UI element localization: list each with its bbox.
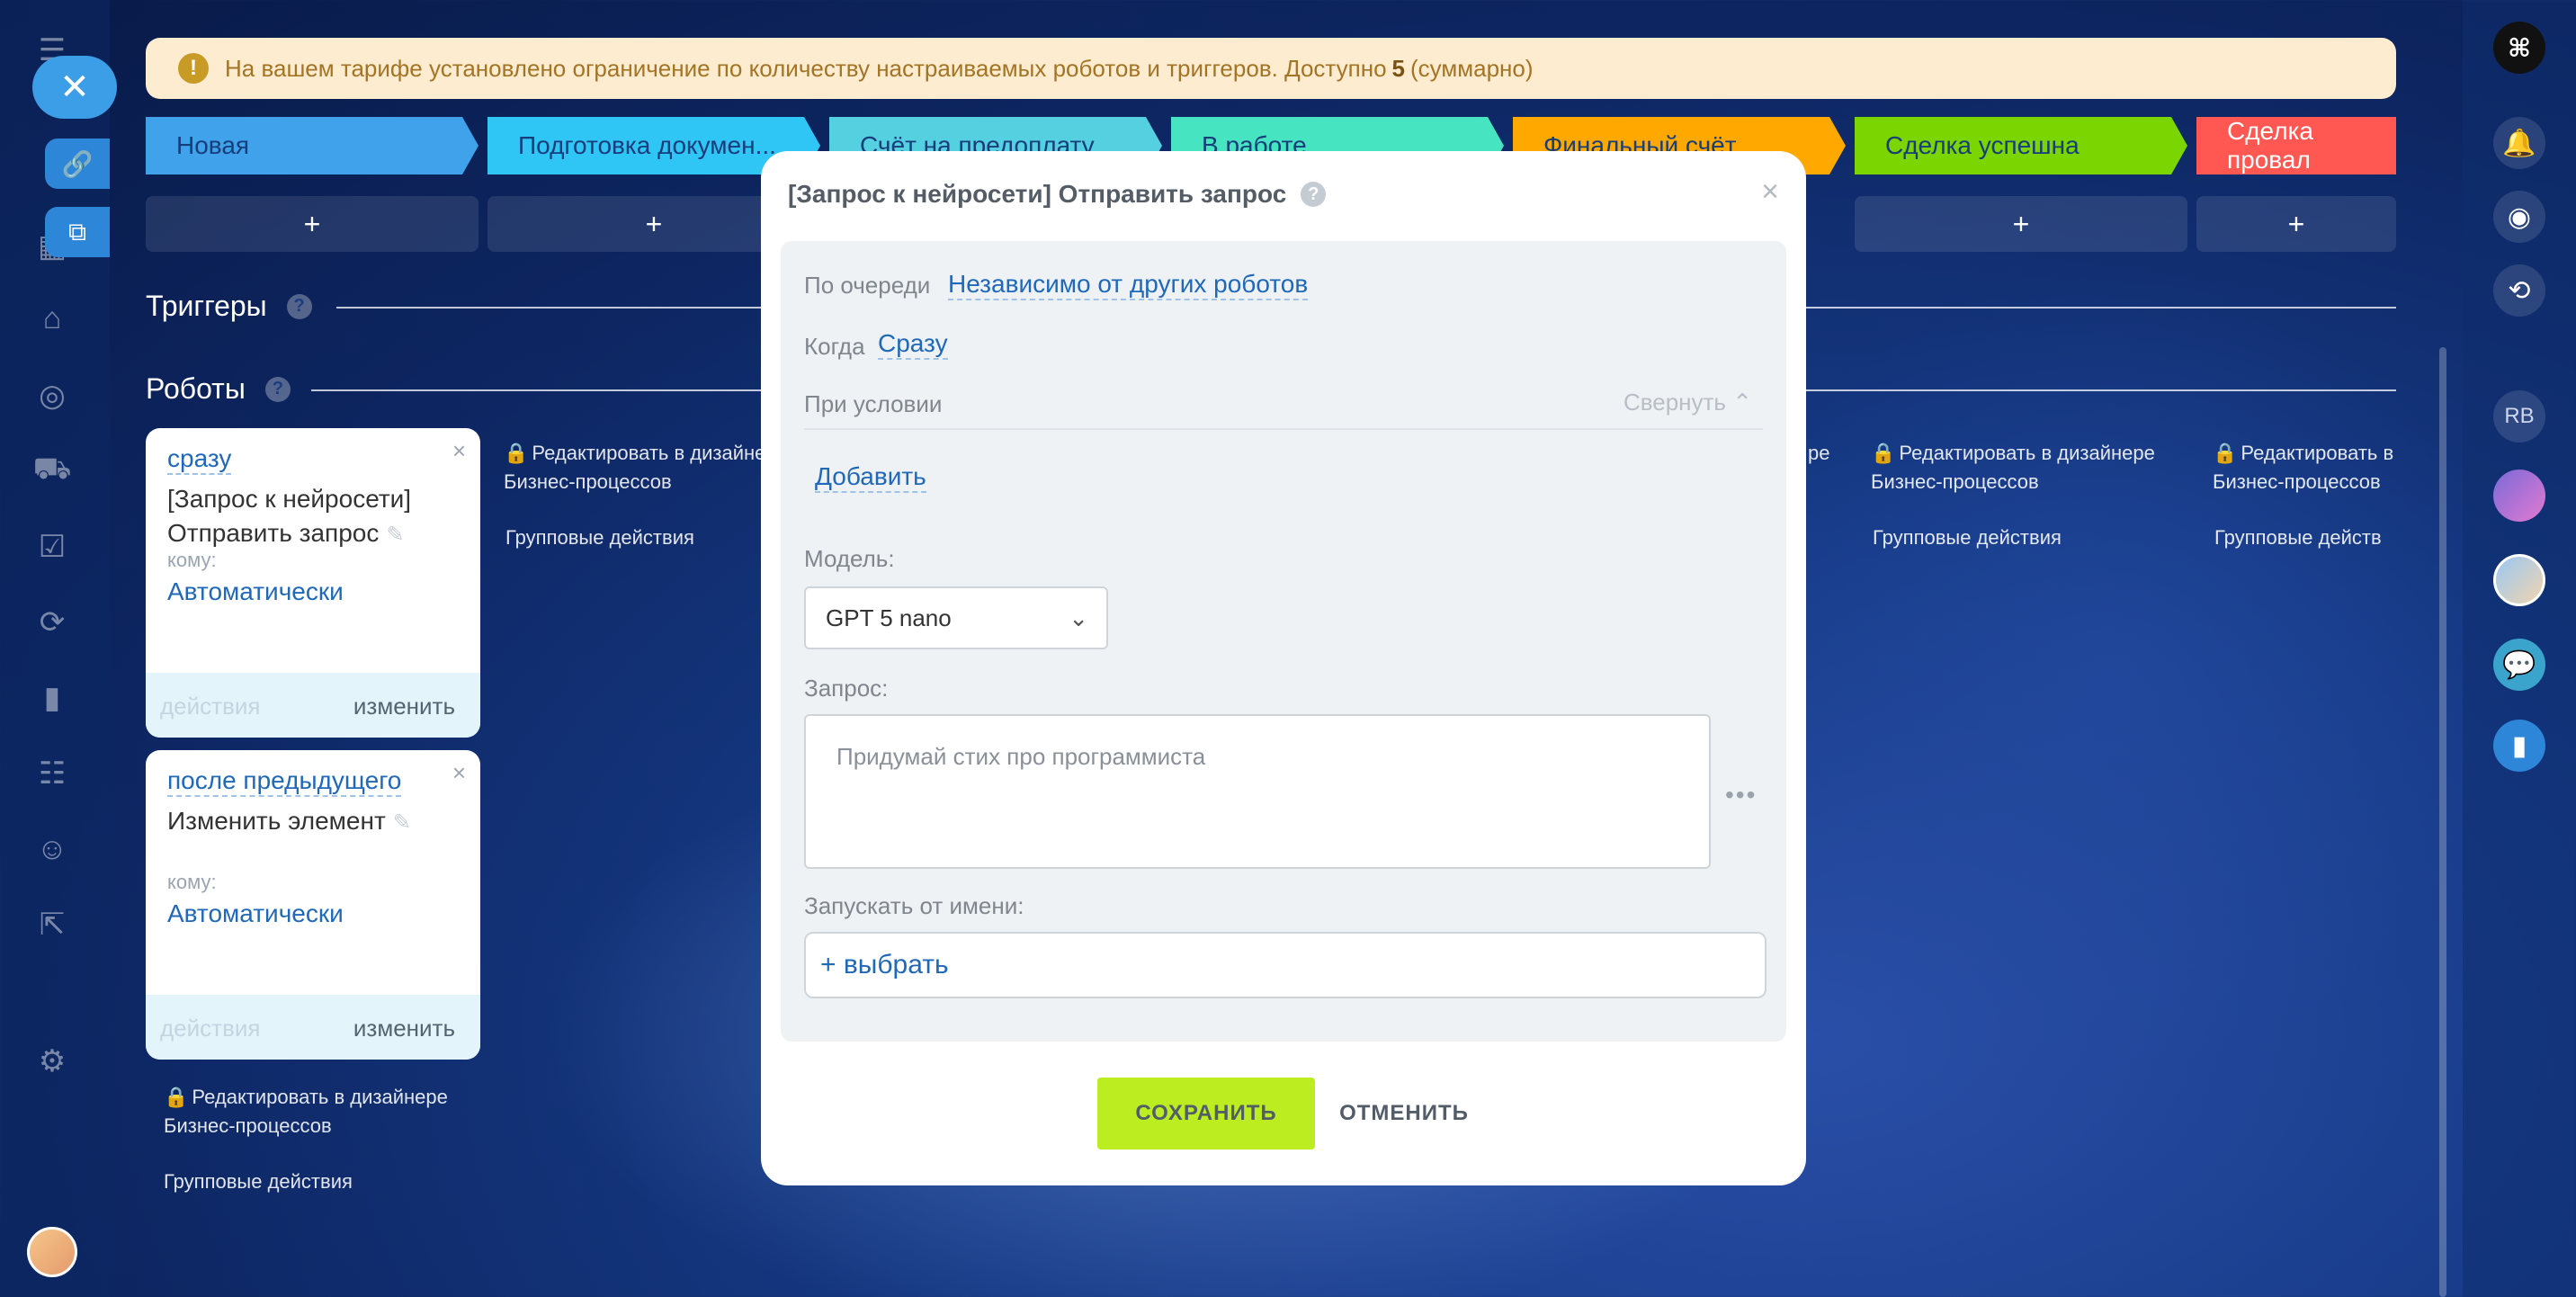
- robot-card[interactable]: сразу × [Запрос к нейросети] Отправить з…: [146, 428, 480, 738]
- triggers-heading: Триггеры?: [146, 290, 312, 323]
- order-label: По очереди: [804, 272, 931, 299]
- add-trigger-button[interactable]: +: [146, 196, 479, 252]
- chat-avatar[interactable]: [2493, 470, 2545, 522]
- divider: [804, 428, 1763, 430]
- when-label: Когда: [804, 333, 865, 360]
- robot-to-value[interactable]: Автоматически: [167, 577, 344, 606]
- robot-to-label: кому:: [167, 871, 217, 893]
- analytics-icon[interactable]: ▮: [34, 680, 70, 716]
- pencil-icon[interactable]: ✎: [386, 523, 404, 547]
- robot-title: [Запрос к нейросети] Отправить запрос ✎: [167, 485, 412, 547]
- cancel-button[interactable]: ОТМЕНИТЬ: [1337, 1078, 1471, 1149]
- help-icon[interactable]: ?: [264, 376, 291, 402]
- run-as-label: Запускать от имени:: [804, 892, 1024, 919]
- add-trigger-button[interactable]: +: [2196, 196, 2396, 252]
- warning-icon: !: [178, 53, 209, 84]
- robot-card-footer: действия изменить: [146, 995, 480, 1060]
- condition-label: При условии: [804, 390, 943, 417]
- robot-edit-link[interactable]: изменить: [353, 693, 455, 720]
- share-icon[interactable]: ⇱: [34, 907, 70, 943]
- request-textarea[interactable]: Придумай стих про программиста: [804, 714, 1711, 869]
- collapse-toggle[interactable]: Свернуть ⌃: [1623, 389, 1752, 416]
- lock-icon: 🔒: [164, 1086, 189, 1108]
- bitrix-logo-icon[interactable]: ⌘: [2493, 22, 2545, 74]
- dialog-body: По очереди Независимо от других роботов …: [781, 241, 1786, 1042]
- robot-when-link[interactable]: после предыдущего: [167, 766, 402, 797]
- edit-in-designer-link[interactable]: 🔒 Редактировать в дизайнере Бизнес-процесс…: [1871, 439, 2155, 496]
- lock-icon: 🔒: [504, 442, 529, 464]
- contacts-icon[interactable]: ☷: [34, 756, 70, 792]
- robot-icon[interactable]: ☺: [34, 831, 70, 867]
- settings-icon[interactable]: ⚙: [34, 1043, 70, 1079]
- copy-link-icon[interactable]: 🔗: [45, 139, 110, 189]
- edit-in-designer-link[interactable]: 🔒 Редактировать в дизайнере Бизнес-процесс…: [164, 1083, 448, 1140]
- chevron-up-icon: ⌃: [1732, 389, 1752, 416]
- open-new-window-icon[interactable]: ⧉: [45, 207, 110, 257]
- help-icon[interactable]: ?: [1301, 182, 1327, 207]
- close-slider-button[interactable]: ✕: [32, 56, 117, 119]
- robot-edit-link[interactable]: изменить: [353, 1015, 455, 1042]
- bookmark-icon[interactable]: ▮: [2493, 720, 2545, 772]
- avatar[interactable]: [27, 1227, 77, 1277]
- group-actions-link[interactable]: Групповые действ: [2214, 523, 2396, 552]
- robot-actions-link[interactable]: действия: [160, 693, 260, 720]
- run-as-chooser[interactable]: + выбрать: [804, 932, 1767, 998]
- left-sidebar: ☰ ▦ ⌂ ◎ ⛟ ☑ ⟳ ▮ ☷ ☺ ⇱ ⚙: [0, 0, 110, 1297]
- stage-new[interactable]: Новая: [146, 117, 479, 174]
- dialog-title: [Запрос к нейросети] Отправить запрос?: [788, 180, 1327, 209]
- pencil-icon[interactable]: ✎: [393, 810, 411, 835]
- when-selector-link[interactable]: Сразу: [878, 329, 948, 360]
- add-condition-link[interactable]: Добавить: [815, 462, 926, 493]
- request-label: Запрос:: [804, 675, 889, 702]
- robot-to-label: кому:: [167, 549, 217, 571]
- store-icon[interactable]: ⌂: [34, 300, 70, 336]
- user-initials-avatar[interactable]: RB: [2493, 390, 2545, 443]
- target-icon[interactable]: ◎: [34, 378, 70, 414]
- robot-settings-dialog: [Запрос к нейросети] Отправить запрос? ×…: [761, 151, 1806, 1185]
- robot-to-value[interactable]: Автоматически: [167, 899, 344, 928]
- close-icon[interactable]: ×: [452, 437, 466, 465]
- messages-icon[interactable]: 💬: [2493, 639, 2545, 691]
- edit-in-designer-link[interactable]: ре: [1808, 439, 1829, 468]
- notifications-icon[interactable]: 🔔: [2493, 117, 2545, 169]
- tariff-limit-notice: ! На вашем тарифе установлено ограничени…: [146, 38, 2396, 99]
- model-label: Модель:: [804, 545, 895, 572]
- stage-success[interactable]: Сделка успешна: [1855, 117, 2187, 174]
- edit-in-designer-link[interactable]: 🔒 Редактировать в Бизнес-процессов: [2213, 439, 2396, 496]
- robot-title: Изменить элемент ✎: [167, 807, 411, 835]
- robot-when-link[interactable]: сразу: [167, 444, 232, 475]
- flow-icon[interactable]: ⟳: [34, 604, 70, 640]
- close-icon[interactable]: ×: [1761, 174, 1779, 210]
- save-button[interactable]: СОХРАНИТЬ: [1097, 1078, 1315, 1149]
- task-icon[interactable]: ☑: [34, 529, 70, 565]
- copilot-icon[interactable]: ◉: [2493, 191, 2545, 243]
- model-select[interactable]: GPT 5 nano ⌄: [804, 586, 1108, 649]
- edit-in-designer-link[interactable]: 🔒 Редактировать в дизайнере Бизнес-процесс…: [504, 439, 788, 496]
- robot-card[interactable]: после предыдущего × Изменить элемент ✎ ко…: [146, 750, 480, 1060]
- robot-actions-link[interactable]: действия: [160, 1015, 260, 1042]
- group-actions-link[interactable]: Групповые действия: [1873, 523, 2062, 552]
- group-actions-link[interactable]: Групповые действия: [505, 523, 694, 552]
- order-selector-link[interactable]: Независимо от других роботов: [948, 270, 1309, 300]
- sync-icon[interactable]: ⟲: [2493, 264, 2545, 317]
- robot-card-footer: действия изменить: [146, 673, 480, 738]
- add-trigger-button[interactable]: +: [1855, 196, 2187, 252]
- stage-failed[interactable]: Сделка провал: [2196, 117, 2396, 174]
- help-icon[interactable]: ?: [286, 293, 312, 319]
- contact-avatar[interactable]: [2493, 554, 2545, 606]
- lock-icon: 🔒: [2213, 442, 2238, 464]
- scrollbar[interactable]: [2439, 347, 2446, 1297]
- lock-icon: 🔒: [1871, 442, 1896, 464]
- robots-heading: Роботы?: [146, 372, 291, 406]
- close-icon[interactable]: ×: [452, 759, 466, 787]
- cart-icon[interactable]: ⛟: [33, 452, 72, 489]
- chevron-down-icon: ⌄: [1069, 604, 1088, 631]
- group-actions-link[interactable]: Групповые действия: [164, 1167, 353, 1196]
- more-options-icon[interactable]: •••: [1725, 781, 1757, 810]
